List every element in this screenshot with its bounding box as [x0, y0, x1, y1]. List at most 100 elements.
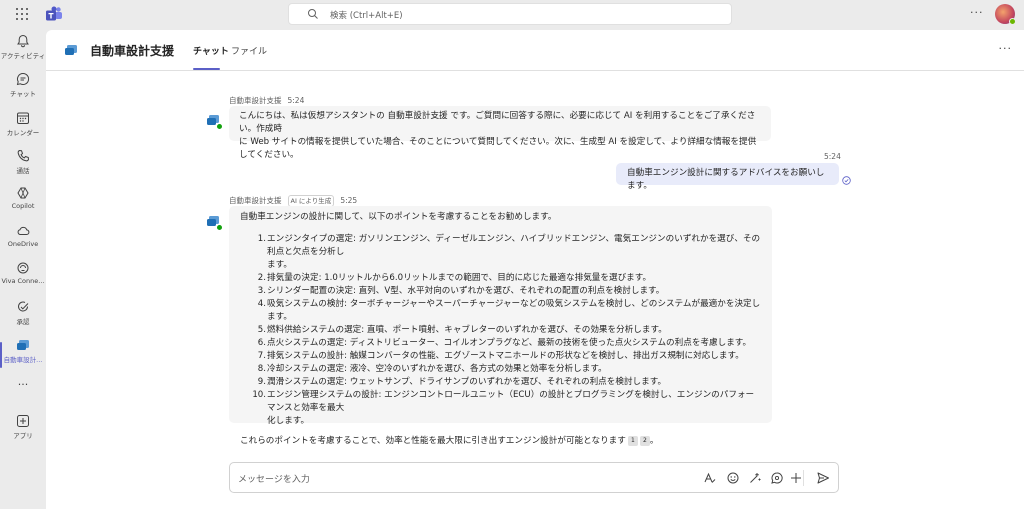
rail-item-label: OneDrive	[7, 240, 39, 248]
viva-icon	[17, 262, 29, 274]
page-title: 自動車設計支援	[90, 44, 175, 58]
tab-chat[interactable]: チャット	[193, 44, 229, 70]
rail-item-calendar[interactable]: カレンダー	[0, 111, 46, 147]
list-item-text: シリンダー配置の決定: 直列、V型、水平対向のいずれかを選び、それぞれの配置の利…	[267, 286, 665, 296]
list-number: 6.	[257, 338, 266, 348]
end-mark: 。	[649, 436, 659, 446]
app-rail: アクティビティ チャット カレンダー 通話 Copilot OneDrive V…	[0, 30, 46, 509]
list-item-text: 化します。	[267, 416, 310, 426]
rail-item-onedrive[interactable]: OneDrive	[0, 224, 46, 260]
chat-header: 自動車設計支援 チャット ファイル ···	[46, 30, 1024, 71]
advice-list: 1. エンジンタイプの選定: ガソリンエンジン、ディーゼルエンジン、ハイブリッドエ…	[240, 233, 761, 428]
phone-icon	[17, 149, 30, 162]
read-receipt-icon	[842, 176, 851, 185]
message-compose-box[interactable]: メッセージを入力	[229, 462, 839, 493]
header-more-icon[interactable]: ···	[999, 42, 1013, 55]
advice-list-item: 9. 潤滑システムの選定: ウェットサンプ、ドライサンプのいずれかを選び、それぞれ…	[240, 376, 761, 389]
search-box[interactable]: 検索 (Ctrl+Alt+E)	[288, 3, 732, 25]
bot-message: こんにちは、私は仮想アシスタントの 自動車設計支援 です。ご質問に回答する際に、…	[229, 106, 771, 160]
rail-item-label: カレンダー	[6, 129, 40, 137]
list-number: 10.	[252, 390, 266, 400]
list-item-text: 冷却システムの選定: 液冷、空冷のいずれかを選び、各方式の効果と効率を分析します…	[267, 364, 607, 374]
bot-message: 自動車エンジンの設計に関して、以下のポイントを考慮することをお勧めします。 1.…	[229, 206, 772, 446]
advice-list-item: 2. 排気量の決定: 1.0リットルから6.0リットルまでの範囲で、目的に応じた最…	[240, 272, 761, 285]
rail-item-viva[interactable]: Viva Conne...	[0, 261, 46, 297]
send-icon[interactable]	[816, 471, 830, 485]
list-number: 8.	[257, 364, 266, 374]
timestamp: 5:24	[824, 152, 841, 161]
list-number: 1.	[257, 234, 266, 244]
timestamp: 5:24	[287, 96, 305, 105]
conclusion-text: これらのポイントを考慮することで、効率と性能を最大限に引き出すエンジン設計が可能…	[240, 436, 626, 446]
format-icon[interactable]	[703, 471, 717, 485]
message-line: に Web サイトの情報を提供していた場合、そのことについて質問してください。次…	[239, 137, 757, 160]
rail-item-label: アプリ	[13, 432, 33, 440]
list-item-text: 点火システムの選定: ディストリビューター、コイルオンプラグなど、最新の技術を使…	[267, 338, 752, 348]
advice-list-item: 8. 冷却システムの選定: 液冷、空冷のいずれかを選び、各方式の効果と効率を分析し…	[240, 363, 761, 376]
add-icon[interactable]	[789, 471, 803, 485]
citation-2[interactable]: 2	[639, 436, 650, 446]
calendar-icon	[17, 112, 29, 124]
list-number: 5.	[257, 325, 266, 335]
title-bar: 検索 (Ctrl+Alt+E) ···	[0, 0, 1024, 30]
advice-list-item: 6. 点火システムの選定: ディストリビューター、コイルオンプラグなど、最新の技術…	[240, 337, 761, 350]
rail-item-apps[interactable]: アプリ	[0, 414, 46, 450]
search-icon	[308, 9, 318, 19]
advice-list-item: 7. 排気システムの設計: 触媒コンバータの性能、エグゾーストマニホールドの形状な…	[240, 350, 761, 363]
rail-item-label: 自動車設計...	[3, 356, 43, 364]
advice-list-item: 10. エンジン管理システムの設計: エンジンコントロールユニット（ECU）の設計…	[240, 389, 761, 428]
app-icon	[65, 45, 77, 55]
citation-1[interactable]: 1	[627, 436, 638, 446]
list-item-text: 排気量の決定: 1.0リットルから6.0リットルまでの範囲で、目的に応じた最適な…	[267, 273, 652, 283]
rail-item-approvals[interactable]: 承認	[0, 300, 46, 336]
presence-available-icon	[1009, 18, 1016, 25]
sender-name: 自動車設計支援	[229, 196, 282, 205]
rail-item-activity[interactable]: アクティビティ	[0, 34, 46, 70]
rail-item-label: 承認	[16, 318, 30, 326]
list-item-text: 潤滑システムの選定: ウェットサンプ、ドライサンプのいずれかを選び、それぞれの利…	[267, 377, 667, 387]
list-number: 4.	[257, 299, 266, 309]
chat-icon	[16, 72, 30, 86]
list-number: 2.	[257, 273, 266, 283]
message-line: こんにちは、私は仮想アシスタントの 自動車設計支援 です。ご質問に回答する際に、…	[239, 111, 756, 134]
bell-icon	[17, 34, 29, 48]
list-number: 9.	[257, 377, 266, 387]
chat-panel: 自動車設計支援 チャット ファイル ··· 自動車設計支援 5:24 こんにちは、…	[46, 30, 1024, 509]
teams-logo-icon	[46, 6, 62, 21]
answer-conclusion: これらのポイントを考慮することで、効率と性能を最大限に引き出すエンジン設計が可能…	[240, 435, 761, 448]
settings-more-icon[interactable]: ···	[970, 6, 984, 19]
rail-item-copilot[interactable]: Copilot	[0, 186, 46, 222]
rail-item-calls[interactable]: 通話	[0, 149, 46, 185]
approval-icon	[18, 301, 29, 312]
chat-bubble-icon[interactable]	[770, 471, 784, 485]
rail-item-more[interactable]: ···	[0, 378, 46, 414]
rail-item-chat[interactable]: チャット	[0, 72, 46, 108]
rail-item-label: Viva Conne...	[1, 277, 45, 285]
list-item-text: ます。	[267, 260, 292, 270]
advice-list-item: 3. シリンダー配置の決定: 直列、V型、水平対向のいずれかを選び、それぞれの配置…	[240, 285, 761, 298]
sender-name: 自動車設計支援	[229, 96, 282, 105]
add-app-icon	[17, 415, 29, 427]
advice-list-item: 4. 吸気システムの検討: ターボチャージャーやスーパーチャージャーなどの吸気シス…	[240, 298, 761, 324]
message-text: 自動車エンジン設計に関するアドバイスをお願いします。	[627, 168, 825, 191]
emoji-icon[interactable]	[726, 471, 740, 485]
list-item-text: 燃料供給システムの選定: 直噴、ポート噴射、キャブレターのいずれかを選び、その効…	[267, 325, 667, 335]
advice-list-item: 5. 燃料供給システムの選定: 直噴、ポート噴射、キャブレターのいずれかを選び、そ…	[240, 324, 761, 337]
rail-item-label: 通話	[16, 167, 30, 175]
cloud-icon	[17, 226, 30, 235]
loop-component-icon[interactable]	[748, 471, 762, 485]
user-message: 自動車エンジン設計に関するアドバイスをお願いします。	[616, 163, 839, 191]
copilot-icon	[17, 187, 29, 199]
message-meta: 自動車設計支援 5:24	[229, 95, 304, 106]
avatar[interactable]	[995, 4, 1016, 25]
app-icon	[17, 340, 29, 350]
app-launcher-icon[interactable]	[16, 8, 28, 20]
list-number: 3.	[257, 286, 266, 296]
tab-files[interactable]: ファイル	[231, 44, 267, 57]
rail-item-label: アクティビティ	[0, 52, 46, 60]
bot-avatar	[206, 214, 223, 231]
list-item-text: 吸気システムの検討: ターボチャージャーやスーパーチャージャーなどの吸気システム…	[267, 299, 761, 322]
status-check-icon	[216, 224, 223, 231]
search-placeholder: 検索 (Ctrl+Alt+E)	[330, 11, 403, 21]
rail-item-car-design-assistant[interactable]: 自動車設計...	[0, 338, 46, 374]
